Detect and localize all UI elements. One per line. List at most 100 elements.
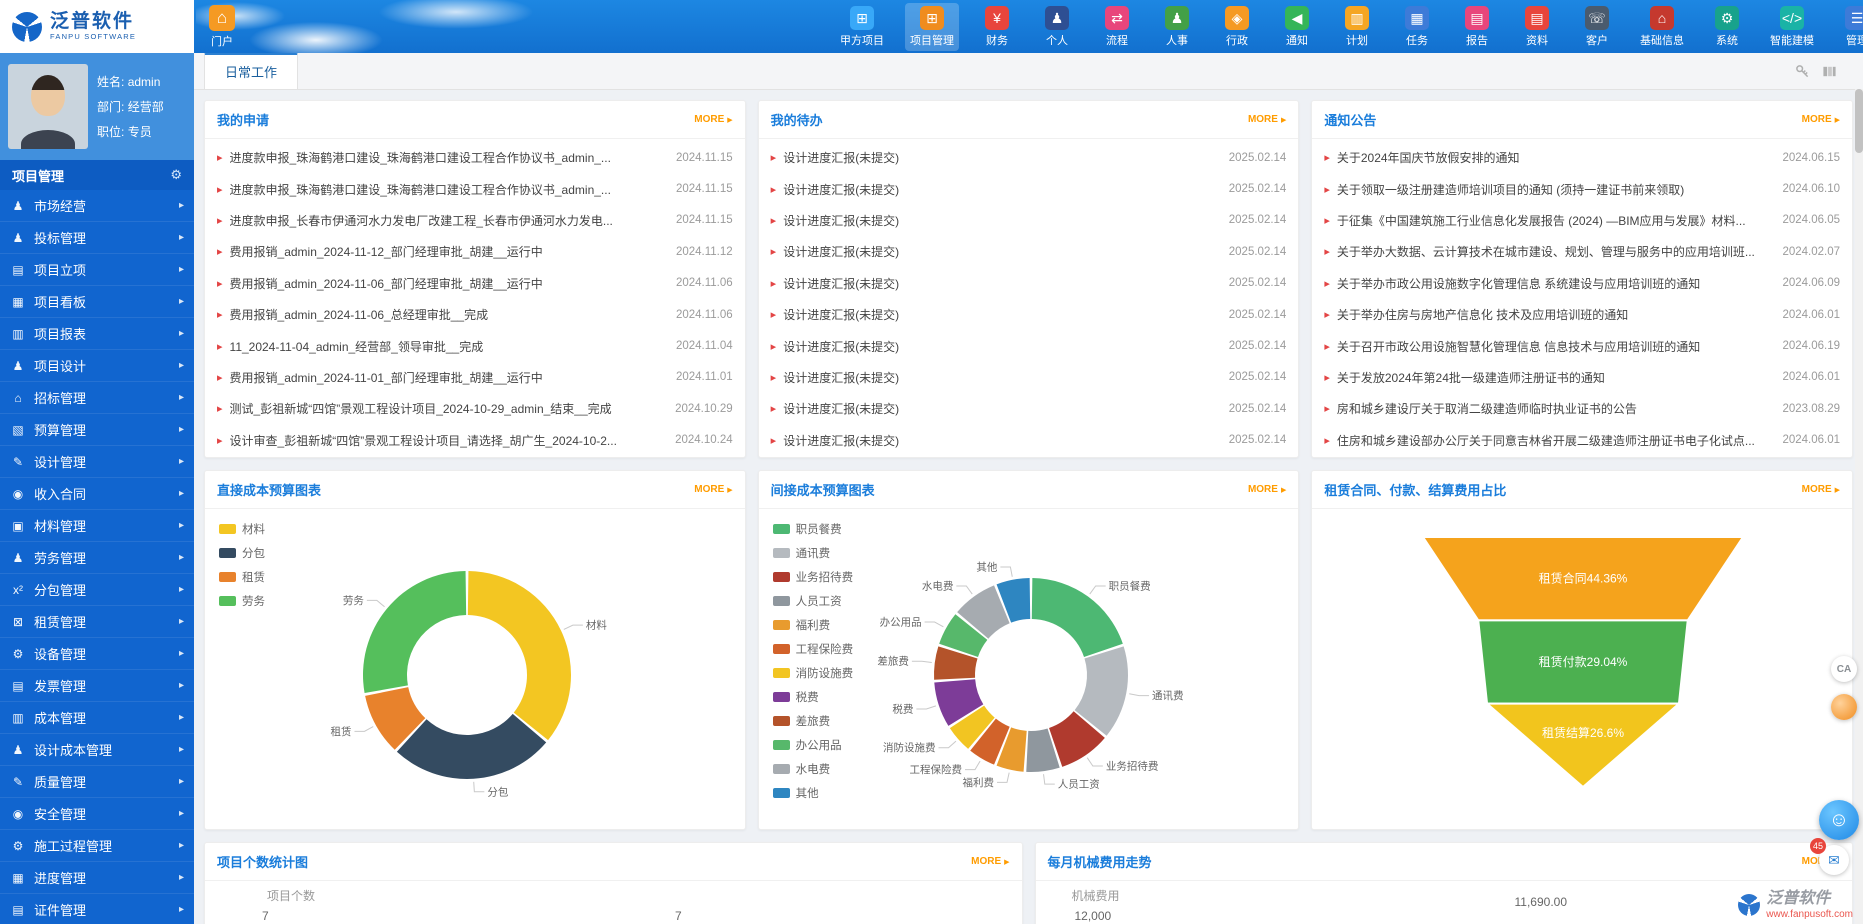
sidebar-menu-item[interactable]: ⌂ 招标管理 ▸	[0, 382, 194, 414]
donut-slice[interactable]	[363, 571, 466, 693]
list-item[interactable]: ▸ 设计进度汇报(未提交) 2025.02.14	[771, 173, 1287, 204]
sidebar-menu-item[interactable]: ◉ 安全管理 ▸	[0, 798, 194, 830]
sidebar-menu-item[interactable]: ✎ 质量管理 ▸	[0, 766, 194, 798]
list-item[interactable]: ▸ 11_2024-11-04_admin_经营部_领导审批__完成 2024.…	[217, 330, 733, 361]
funnel-band[interactable]	[1487, 704, 1679, 787]
list-item[interactable]: ▸ 设计进度汇报(未提交) 2025.02.14	[771, 393, 1287, 424]
sidebar-menu-item[interactable]: ♟ 投标管理 ▸	[0, 222, 194, 254]
list-item[interactable]: ▸ 关于举办住房与房地产信息化 技术及应用培训班的通知 2024.06.01	[1324, 299, 1840, 330]
sidebar-menu-item[interactable]: ▥ 成本管理 ▸	[0, 702, 194, 734]
legend-item[interactable]: 税费	[773, 689, 854, 705]
top-nav-item[interactable]: ▤ 报告	[1455, 3, 1499, 51]
top-nav-item[interactable]: ¥ 财务	[975, 3, 1019, 51]
legend-item[interactable]: 水电费	[773, 761, 854, 777]
top-nav-item[interactable]: ⌂ 基础信息	[1635, 3, 1689, 51]
tab-daily-work[interactable]: 日常工作	[204, 53, 298, 89]
sidebar-menu-item[interactable]: ▦ 进度管理 ▸	[0, 862, 194, 894]
list-item[interactable]: ▸ 设计进度汇报(未提交) 2025.02.14	[771, 425, 1287, 456]
list-item[interactable]: ▸ 测试_彭祖新城“四馆”景观工程设计项目_2024-10-29_admin_结…	[217, 393, 733, 424]
legend-item[interactable]: 办公用品	[773, 737, 854, 753]
more-link[interactable]: MORE▶	[1248, 484, 1286, 495]
top-nav-item[interactable]: ♟ 人事	[1155, 3, 1199, 51]
top-nav-item[interactable]: ◈ 行政	[1215, 3, 1259, 51]
list-item[interactable]: ▸ 设计进度汇报(未提交) 2025.02.14	[771, 330, 1287, 361]
scrollbar-thumb[interactable]	[1855, 89, 1863, 153]
top-nav-item[interactable]: ⇄ 流程	[1095, 3, 1139, 51]
more-link[interactable]: MORE▶	[1802, 484, 1840, 495]
list-item[interactable]: ▸ 费用报销_admin_2024-11-12_部门经理审批_胡建__运行中 2…	[217, 236, 733, 267]
top-nav-item[interactable]: ☰ 管理	[1835, 3, 1863, 51]
scrollbar[interactable]	[1855, 89, 1863, 924]
list-item[interactable]: ▸ 设计进度汇报(未提交) 2025.02.14	[771, 236, 1287, 267]
list-item[interactable]: ▸ 设计进度汇报(未提交) 2025.02.14	[771, 299, 1287, 330]
ca-float-button[interactable]: CA	[1831, 656, 1857, 682]
top-nav-item[interactable]: ⊞ 项目管理	[905, 3, 959, 51]
legend-item[interactable]: 材料	[219, 521, 265, 537]
legend-item[interactable]: 消防设施费	[773, 665, 854, 681]
top-nav-item[interactable]: ⊞ 甲方项目	[835, 3, 889, 51]
legend-item[interactable]: 分包	[219, 545, 265, 561]
sidebar-menu-item[interactable]: ⊠ 租赁管理 ▸	[0, 606, 194, 638]
orange-float-button[interactable]	[1831, 694, 1857, 720]
legend-item[interactable]: 劳务	[219, 593, 265, 609]
sidebar-menu-item[interactable]: ♟ 设计成本管理 ▸	[0, 734, 194, 766]
legend-item[interactable]: 人员工资	[773, 593, 854, 609]
legend-item[interactable]: 差旅费	[773, 713, 854, 729]
sidebar-menu-item[interactable]: ♟ 市场经营 ▸	[0, 190, 194, 222]
list-item[interactable]: ▸ 费用报销_admin_2024-11-06_总经理审批__完成 2024.1…	[217, 299, 733, 330]
list-item[interactable]: ▸ 住房和城乡建设部办公厅关于同意吉林省开展二级建造师注册证书电子化试点... …	[1324, 425, 1840, 456]
sidebar-menu-item[interactable]: ✎ 设计管理 ▸	[0, 446, 194, 478]
list-item[interactable]: ▸ 设计进度汇报(未提交) 2025.02.14	[771, 268, 1287, 299]
list-item[interactable]: ▸ 设计进度汇报(未提交) 2025.02.14	[771, 205, 1287, 236]
top-nav-item[interactable]: ▤ 资料	[1515, 3, 1559, 51]
more-link[interactable]: MORE▶	[971, 856, 1009, 867]
donut-slice[interactable]	[468, 571, 571, 740]
sidebar-menu-item[interactable]: ⚙ 施工过程管理 ▸	[0, 830, 194, 862]
legend-item[interactable]: 其他	[773, 785, 854, 801]
top-nav-item[interactable]: ☏ 客户	[1575, 3, 1619, 51]
gear-icon[interactable]: ⚙	[170, 167, 182, 183]
top-nav-item[interactable]: ▥ 计划	[1335, 3, 1379, 51]
legend-item[interactable]: 工程保险费	[773, 641, 854, 657]
sidebar-menu-item[interactable]: ▣ 材料管理 ▸	[0, 510, 194, 542]
legend-item[interactable]: 通讯费	[773, 545, 854, 561]
list-item[interactable]: ▸ 关于发放2024年第24批一级建造师注册证书的通知 2024.06.01	[1324, 362, 1840, 393]
top-nav-item[interactable]: ◀ 通知	[1275, 3, 1319, 51]
legend-item[interactable]: 职员餐费	[773, 521, 854, 537]
series-legend[interactable]: 项目个数	[267, 887, 315, 904]
list-item[interactable]: ▸ 关于举办市政公用设施数字化管理信息 系统建设与应用培训班的通知 2024.0…	[1324, 268, 1840, 299]
list-item[interactable]: ▸ 进度款申报_珠海鹤港口建设_珠海鹤港口建设工程合作协议书_admin_...…	[217, 142, 733, 173]
list-item[interactable]: ▸ 关于召开市政公用设施智慧化管理信息 信息技术与应用培训班的通知 2024.0…	[1324, 330, 1840, 361]
list-item[interactable]: ▸ 费用报销_admin_2024-11-06_部门经理审批_胡建__运行中 2…	[217, 268, 733, 299]
top-nav-item[interactable]: </> 智能建模	[1765, 3, 1819, 51]
customer-service-chat-button[interactable]: ☺	[1819, 800, 1859, 840]
series-legend[interactable]: 机械费用	[1072, 887, 1120, 904]
sidebar-menu-item[interactable]: ◉ 收入合同 ▸	[0, 478, 194, 510]
list-item[interactable]: ▸ 费用报销_admin_2024-11-01_部门经理审批_胡建__运行中 2…	[217, 362, 733, 393]
message-float-button[interactable]: ✉ 45	[1819, 845, 1849, 875]
legend-item[interactable]: 租赁	[219, 569, 265, 585]
layout-columns-icon[interactable]	[1822, 64, 1837, 79]
sidebar-menu-item[interactable]: ▤ 证件管理 ▸	[0, 894, 194, 924]
more-link[interactable]: MORE▶	[694, 484, 732, 495]
list-item[interactable]: ▸ 关于领取一级注册建造师培训项目的通知 (须持一建证书前来领取) 2024.0…	[1324, 173, 1840, 204]
key-icon[interactable]	[1795, 64, 1810, 79]
sidebar-menu-item[interactable]: ▦ 项目看板 ▸	[0, 286, 194, 318]
sidebar-menu-item[interactable]: ▥ 项目报表 ▸	[0, 318, 194, 350]
more-link[interactable]: MORE▶	[694, 114, 732, 125]
sidebar-menu-item[interactable]: ▤ 发票管理 ▸	[0, 670, 194, 702]
legend-item[interactable]: 业务招待费	[773, 569, 854, 585]
more-link[interactable]: MORE▶	[1802, 114, 1840, 125]
list-item[interactable]: ▸ 于征集《中国建筑施工行业信息化发展报告 (2024) —BIM应用与发展》材…	[1324, 205, 1840, 236]
list-item[interactable]: ▸ 进度款申报_长春市伊通河水力发电厂改建工程_长春市伊通河水力发电... 20…	[217, 205, 733, 236]
sidebar-menu-item[interactable]: ▤ 项目立项 ▸	[0, 254, 194, 286]
list-item[interactable]: ▸ 关于2024年国庆节放假安排的通知 2024.06.15	[1324, 142, 1840, 173]
sidebar-menu-item[interactable]: ♟ 劳务管理 ▸	[0, 542, 194, 574]
list-item[interactable]: ▸ 房和城乡建设厅关于取消二级建造师临时执业证书的公告 2023.08.29	[1324, 393, 1840, 424]
list-item[interactable]: ▸ 设计进度汇报(未提交) 2025.02.14	[771, 142, 1287, 173]
top-nav-item[interactable]: ▦ 任务	[1395, 3, 1439, 51]
sidebar-menu-item[interactable]: ⚙ 设备管理 ▸	[0, 638, 194, 670]
sidebar-menu-item[interactable]: ♟ 项目设计 ▸	[0, 350, 194, 382]
top-nav-item[interactable]: ♟ 个人	[1035, 3, 1079, 51]
list-item[interactable]: ▸ 设计审查_彭祖新城“四馆”景观工程设计项目_请选择_胡广生_2024-10-…	[217, 425, 733, 456]
